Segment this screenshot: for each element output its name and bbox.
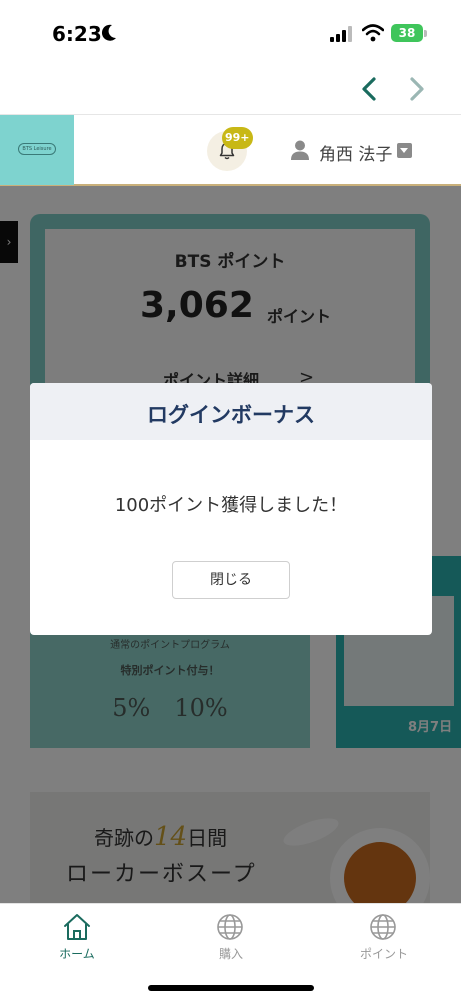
logo-text: BTS Leisure (18, 143, 56, 155)
status-time: 6:23 (52, 22, 102, 46)
user-name[interactable]: 角西 法子 (319, 140, 392, 165)
battery-tip (424, 30, 427, 37)
globe-icon (217, 914, 243, 940)
forward-arrow-icon[interactable] (406, 76, 428, 102)
tab-purchase-label: 購入 (218, 947, 243, 961)
tab-points-label: ポイント (359, 947, 408, 961)
home-indicator (148, 985, 314, 991)
moon-icon (101, 24, 116, 41)
globe-icon (370, 914, 396, 940)
status-bar: 6:23 38 (0, 0, 461, 62)
cellular-signal-icon (330, 26, 352, 42)
battery-indicator: 38 (391, 24, 423, 42)
tab-home[interactable]: ホーム (0, 904, 154, 964)
tab-points[interactable]: ポイント (307, 904, 461, 964)
wifi-icon (362, 24, 384, 42)
back-arrow-icon[interactable] (358, 76, 380, 102)
browser-nav-row (0, 62, 461, 114)
tab-purchase[interactable]: 購入 (154, 904, 308, 964)
dialog-message: 100ポイント獲得しました！ (114, 495, 348, 516)
user-icon[interactable] (291, 140, 309, 160)
dialog-title: ログインボーナス (147, 403, 315, 427)
login-bonus-dialog: ログインボーナス 100ポイント獲得しました！ 閉じる (30, 383, 432, 635)
close-button[interactable]: 閉じる (172, 561, 290, 599)
logo[interactable]: BTS Leisure (0, 115, 74, 185)
tab-home-label: ホーム (59, 947, 95, 961)
home-icon (64, 914, 90, 940)
user-dropdown-icon[interactable] (397, 143, 412, 158)
notification-badge: 99+ (222, 127, 253, 149)
dialog-header: ログインボーナス (30, 383, 432, 440)
app-header: BTS Leisure 99+ 角西 法子 (0, 114, 461, 186)
